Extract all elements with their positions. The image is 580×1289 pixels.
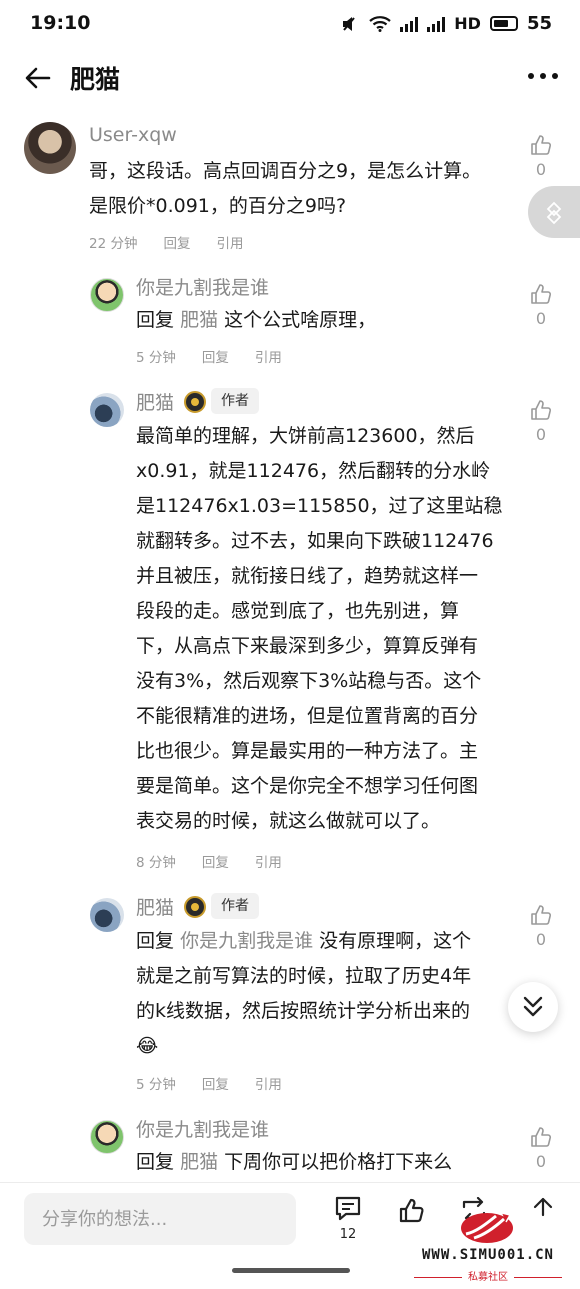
battery-level: 55 xyxy=(526,13,552,34)
reply-button[interactable]: 回复 xyxy=(202,1073,229,1093)
reply-button[interactable]: 回复 xyxy=(202,346,229,366)
watermark-logo-icon xyxy=(461,1212,513,1243)
double-chevron-down-icon xyxy=(523,996,543,1017)
level-badge-icon xyxy=(184,391,206,413)
like-button[interactable]: 0 xyxy=(526,134,556,179)
comment-meta: 22 分钟 回复 引用 xyxy=(89,232,243,252)
quote-button[interactable]: 引用 xyxy=(255,1073,282,1093)
comment-username[interactable]: 肥猫 xyxy=(136,893,174,920)
comment-text: 回复 肥猫 这个公式啥原理， xyxy=(136,309,377,331)
signal-icon xyxy=(400,16,419,32)
quote-button[interactable]: 引用 xyxy=(216,232,243,252)
like-count: 0 xyxy=(535,425,547,444)
reply-prefix: 回复 xyxy=(136,309,175,331)
level-badge-icon xyxy=(184,896,206,918)
thumbs-up-icon xyxy=(531,1127,552,1147)
reply-button[interactable]: 回复 xyxy=(163,232,190,252)
home-indicator xyxy=(232,1268,350,1273)
like-button[interactable]: 0 xyxy=(526,283,556,328)
avatar[interactable] xyxy=(24,122,76,174)
diamond-icon xyxy=(546,201,562,225)
comment-text: 回复 肥猫 下周你可以把价格打下来么 xyxy=(136,1151,453,1173)
like-count: 0 xyxy=(535,1152,547,1171)
reply-button[interactable]: 回复 xyxy=(202,851,229,871)
comment-username[interactable]: 肥猫 xyxy=(136,388,174,415)
comment-icon xyxy=(335,1196,361,1221)
comments-button[interactable]: 12 xyxy=(330,1195,366,1242)
avatar[interactable] xyxy=(90,1120,124,1154)
thumbs-up-icon xyxy=(531,905,552,925)
mute-icon xyxy=(343,16,356,31)
like-count: 0 xyxy=(535,309,547,328)
author-tag: 作者 xyxy=(211,388,259,414)
thumbs-up-icon xyxy=(531,400,552,420)
quote-button[interactable]: 引用 xyxy=(255,346,282,366)
laugh-emoji: 😂 xyxy=(136,1035,159,1057)
wifi-icon xyxy=(369,15,391,32)
comment-meta: 8 分钟 回复 引用 xyxy=(136,851,282,871)
comment-username[interactable]: 你是九割我是谁 xyxy=(136,1115,269,1142)
comment-text: 最简单的理解，大饼前高123600，然后 x0.91，就是112476，然后翻转… xyxy=(136,425,503,832)
reply-prefix: 回复 xyxy=(136,930,175,952)
reply-to-user[interactable]: 你是九割我是谁 xyxy=(180,930,313,952)
comment-username[interactable]: User-xqw xyxy=(89,124,177,146)
thumbs-up-icon xyxy=(531,135,552,155)
like-count: 0 xyxy=(535,160,547,179)
signal-icon xyxy=(427,16,446,32)
watermark-domain: WWW.SIMU001.CN xyxy=(421,1247,554,1263)
scroll-down-button[interactable] xyxy=(508,982,558,1032)
status-icons: HD 55 xyxy=(340,13,552,34)
battery-icon xyxy=(489,16,518,31)
comment-text: 哥，这段话。高点回调百分之9，是怎么计算。 是限价*0.091，的百分之9吗? xyxy=(89,160,482,217)
status-bar: 19:10 HD 55 xyxy=(0,0,580,50)
like-button[interactable]: 0 xyxy=(526,399,556,444)
top-nav: 肥猫 xyxy=(0,50,580,106)
comment-username[interactable]: 你是九割我是谁 xyxy=(136,273,269,300)
like-button[interactable]: 0 xyxy=(526,1126,556,1171)
reply-prefix: 回复 xyxy=(136,1151,175,1173)
more-options-icon[interactable] xyxy=(528,66,558,86)
avatar[interactable] xyxy=(90,393,124,427)
like-count: 0 xyxy=(535,930,547,949)
comment-time: 5 分钟 xyxy=(136,1077,176,1093)
watermark: WWW.SIMU001.CN 私募社区 xyxy=(402,1210,574,1286)
comment-meta: 5 分钟 回复 引用 xyxy=(136,346,282,366)
avatar[interactable] xyxy=(90,898,124,932)
comment-input-box[interactable] xyxy=(24,1193,296,1245)
comment-time: 22 分钟 xyxy=(89,236,138,252)
comment-time: 8 分钟 xyxy=(136,855,176,871)
floating-assistant-handle[interactable] xyxy=(528,186,580,238)
author-tag: 作者 xyxy=(211,893,259,919)
comment-meta: 5 分钟 回复 引用 xyxy=(136,1073,282,1093)
comment-text: 回复 你是九割我是谁 没有原理啊，这个 就是之前写算法的时候，拉取了历史4年 的… xyxy=(136,924,471,1064)
page-title: 肥猫 xyxy=(70,65,121,94)
like-button[interactable]: 0 xyxy=(526,904,556,949)
thumbs-up-icon xyxy=(531,284,552,304)
back-arrow-icon[interactable] xyxy=(22,62,54,94)
watermark-subtitle: 私募社区 xyxy=(402,1268,574,1283)
avatar[interactable] xyxy=(90,278,124,312)
reply-to-user[interactable]: 肥猫 xyxy=(180,309,218,331)
comment-input[interactable] xyxy=(24,1193,296,1245)
reply-to-user[interactable]: 肥猫 xyxy=(180,1151,218,1173)
quote-button[interactable]: 引用 xyxy=(255,851,282,871)
comment-time: 5 分钟 xyxy=(136,350,176,366)
status-time: 19:10 xyxy=(30,12,91,34)
comment-count: 12 xyxy=(339,1227,357,1242)
hd-label: HD xyxy=(454,14,481,33)
